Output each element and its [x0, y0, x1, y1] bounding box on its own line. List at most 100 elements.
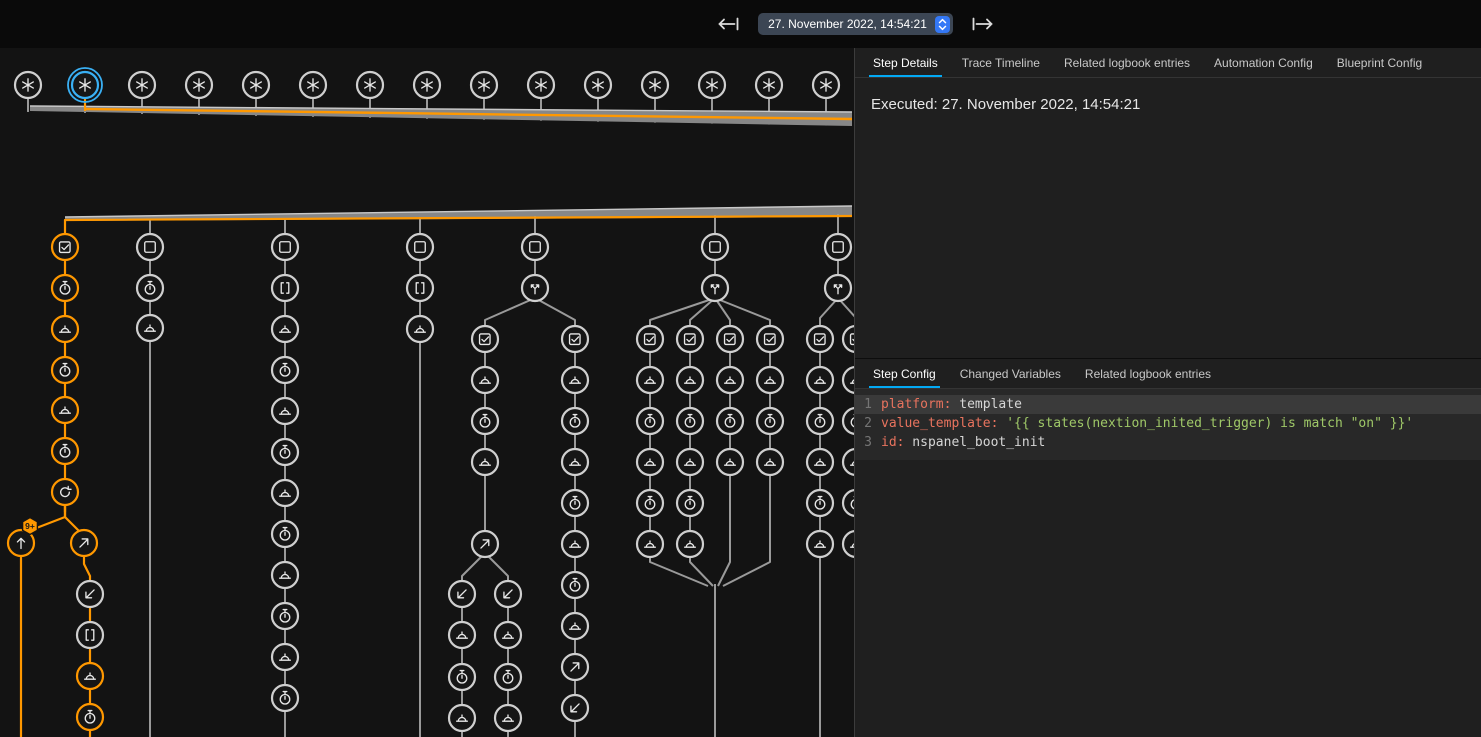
trace-node-check[interactable] [677, 326, 703, 352]
trace-node-dome[interactable] [717, 367, 743, 393]
trace-node-arrow-ne[interactable] [562, 654, 588, 680]
trace-node-timer[interactable] [77, 704, 103, 730]
trace-node-timer[interactable] [449, 664, 475, 690]
trace-node-timer[interactable] [562, 490, 588, 516]
trace-node-asterisk[interactable] [186, 72, 212, 98]
trace-node-dome[interactable] [562, 449, 588, 475]
trace-node-dome[interactable] [843, 367, 855, 393]
tab-blueprint-config[interactable]: Blueprint Config [1325, 48, 1434, 77]
trace-node-square[interactable] [522, 234, 548, 260]
trace-node-dome[interactable] [637, 449, 663, 475]
tab-related-logbook-entries[interactable]: Related logbook entries [1073, 359, 1223, 388]
trace-node-asterisk[interactable] [129, 72, 155, 98]
trace-node-timer[interactable] [52, 275, 78, 301]
trace-node-check[interactable] [562, 326, 588, 352]
trace-node-arrow-ne[interactable] [71, 530, 97, 556]
tab-automation-config[interactable]: Automation Config [1202, 48, 1325, 77]
trace-node-timer[interactable] [717, 408, 743, 434]
trace-node-timer[interactable] [807, 490, 833, 516]
trace-node-asterisk[interactable] [699, 72, 725, 98]
trace-node-timer[interactable] [637, 490, 663, 516]
trace-node-dome[interactable] [843, 531, 855, 557]
trace-node-dome[interactable] [272, 644, 298, 670]
trace-node-timer[interactable] [677, 490, 703, 516]
trace-node-arrow-sw[interactable] [562, 695, 588, 721]
trace-node-check[interactable] [472, 326, 498, 352]
trace-node-asterisk[interactable] [243, 72, 269, 98]
yaml-editor[interactable]: 1platform: template2value_template: '{{ … [855, 389, 1481, 460]
trace-node-dome[interactable] [677, 367, 703, 393]
trace-node-asterisk[interactable] [300, 72, 326, 98]
trace-node-dome[interactable] [449, 622, 475, 648]
trace-node-dome[interactable] [52, 397, 78, 423]
trace-node-timer[interactable] [272, 603, 298, 629]
trace-node-dome[interactable] [637, 531, 663, 557]
trace-node-timer[interactable] [562, 572, 588, 598]
tab-step-config[interactable]: Step Config [861, 359, 948, 388]
trace-node-timer[interactable] [272, 521, 298, 547]
trace-node-brackets[interactable] [77, 622, 103, 648]
previous-run-button[interactable] [712, 12, 744, 36]
code-line[interactable]: 1platform: template [855, 395, 1481, 414]
trace-node-dome[interactable] [472, 367, 498, 393]
run-date-select[interactable]: 27. November 2022, 14:54:21 [758, 13, 953, 35]
trace-node-dome[interactable] [495, 622, 521, 648]
trace-node-dome[interactable] [137, 315, 163, 341]
trace-node-timer[interactable] [495, 664, 521, 690]
trace-node-asterisk[interactable] [414, 72, 440, 98]
trace-node-dome[interactable] [272, 398, 298, 424]
trace-node-timer[interactable] [272, 439, 298, 465]
trace-node-timer[interactable] [843, 408, 855, 434]
trace-node-dome[interactable] [757, 367, 783, 393]
tab-changed-variables[interactable]: Changed Variables [948, 359, 1073, 388]
trace-node-square[interactable] [407, 234, 433, 260]
trace-node-dome[interactable] [807, 367, 833, 393]
tab-related-logbook-entries[interactable]: Related logbook entries [1052, 48, 1202, 77]
trace-node-dome[interactable] [52, 316, 78, 342]
trace-node-asterisk[interactable] [471, 72, 497, 98]
trace-node-timer[interactable] [272, 685, 298, 711]
trace-node-split[interactable] [702, 275, 728, 301]
trace-node-asterisk[interactable] [528, 72, 554, 98]
trace-node-square[interactable] [137, 234, 163, 260]
trace-node-asterisk[interactable] [585, 72, 611, 98]
trace-node-timer[interactable] [562, 408, 588, 434]
trace-node-check[interactable] [52, 234, 78, 260]
trace-node-dome[interactable] [449, 705, 475, 731]
trace-node-timer[interactable] [757, 408, 783, 434]
trace-node-timer[interactable] [52, 438, 78, 464]
trace-node-asterisk[interactable] [642, 72, 668, 98]
trace-node-square[interactable] [825, 234, 851, 260]
trace-node-dome[interactable] [407, 316, 433, 342]
trace-node-arrow-ne[interactable] [472, 531, 498, 557]
trace-node-asterisk[interactable] [813, 72, 839, 98]
trace-node-check[interactable] [757, 326, 783, 352]
next-run-button[interactable] [967, 12, 999, 36]
trace-node-asterisk[interactable] [357, 72, 383, 98]
trace-node-dome[interactable] [77, 663, 103, 689]
trace-node-dome[interactable] [677, 531, 703, 557]
trace-node-timer[interactable] [843, 490, 855, 516]
trace-node-dome[interactable] [562, 531, 588, 557]
trace-node-timer[interactable] [677, 408, 703, 434]
trace-node-split[interactable] [825, 275, 851, 301]
trace-node-dome[interactable] [272, 562, 298, 588]
trace-node-dome[interactable] [757, 449, 783, 475]
trace-node-timer[interactable] [272, 357, 298, 383]
trace-node-dome[interactable] [272, 480, 298, 506]
trace-node-arrow-sw[interactable] [77, 581, 103, 607]
trace-node-brackets[interactable] [407, 275, 433, 301]
trace-node-arrow-sw[interactable] [449, 581, 475, 607]
trace-node-asterisk[interactable] [68, 68, 102, 102]
tab-step-details[interactable]: Step Details [861, 48, 950, 77]
trace-node-dome[interactable] [272, 316, 298, 342]
trace-node-dome[interactable] [562, 367, 588, 393]
trace-node-dome[interactable] [562, 613, 588, 639]
trace-node-dome[interactable] [677, 449, 703, 475]
trace-node-timer[interactable] [807, 408, 833, 434]
trace-node-check[interactable] [843, 326, 855, 352]
trace-node-split[interactable] [522, 275, 548, 301]
trace-node-brackets[interactable] [272, 275, 298, 301]
trace-node-dome[interactable] [472, 449, 498, 475]
tab-trace-timeline[interactable]: Trace Timeline [950, 48, 1052, 77]
